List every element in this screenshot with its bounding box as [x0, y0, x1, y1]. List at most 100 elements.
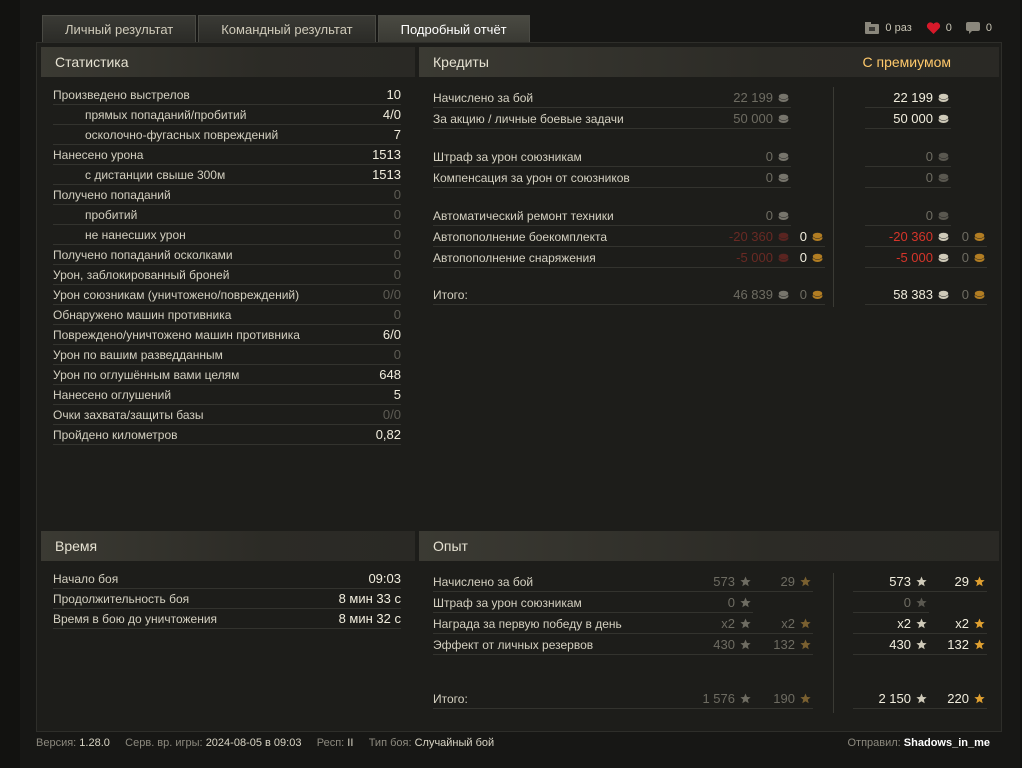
credits-header: Кредиты С премиумом [419, 47, 999, 77]
free-xp-star-icon [800, 618, 811, 629]
stats-value: 10 [386, 87, 401, 102]
stats-label: Получено попаданий осколками [53, 248, 233, 262]
stats-row: Урон, заблокированный броней 0 [53, 265, 401, 285]
stats-row: Повреждено/уничтожено машин противника 6/… [53, 325, 401, 345]
xp-label: Штраф за урон союзникам [433, 596, 582, 610]
credit-icon [938, 93, 949, 102]
credits-label: Компенсация за урон от союзников [433, 171, 630, 185]
gold-prem-value: 0 [951, 285, 987, 305]
premium-label: С премиумом [862, 54, 951, 70]
stats-row: Пройдено километров 0,82 [53, 425, 401, 445]
credit-icon [938, 152, 949, 161]
stats-row: Получено попаданий 0 [53, 185, 401, 205]
free-xp-prem-value: 29 [929, 572, 987, 592]
credits-divider [833, 87, 834, 307]
stats-row: Очки захвата/защиты базы 0/0 [53, 405, 401, 425]
tab-detailed[interactable]: Подробный отчёт [377, 15, 530, 42]
credit-icon [938, 232, 949, 241]
credits-label: Начислено за бой [433, 91, 534, 105]
folder-icon [865, 22, 880, 34]
time-label: Время в бою до уничтожения [53, 612, 218, 626]
xp-label: Начислено за бой [433, 575, 534, 589]
credits-label: Автопополнение снаряжения [433, 251, 596, 265]
gold-icon [974, 232, 985, 241]
stats-value: 0/0 [382, 407, 401, 422]
xp-header: Опыт [419, 531, 999, 561]
stats-title: Статистика [55, 54, 129, 70]
sender-name[interactable]: Shadows_in_me [904, 737, 990, 749]
xp-star-icon [916, 597, 927, 608]
stats-value: 0 [393, 347, 401, 362]
credits-title: Кредиты [433, 54, 489, 70]
credit-icon [938, 114, 949, 123]
stats-row: Урон по оглушённым вами целям 648 [53, 365, 401, 385]
xp-star-icon [740, 639, 751, 650]
footer: Версия: 1.28.0 Серв. вр. игры: 2024-08-0… [36, 737, 990, 749]
time-value: 8 мин 32 с [338, 611, 401, 626]
credits-label: Автоматический ремонт техники [433, 209, 614, 223]
free-xp-prem-value: 132 [929, 635, 987, 655]
stats-label: не нанесших урон [85, 228, 186, 242]
stats-label: пробитий [85, 208, 138, 222]
stats-header: Статистика [41, 47, 415, 77]
stats-label: Пройдено километров [53, 428, 178, 442]
likes-counter[interactable]: 0 [926, 22, 952, 34]
credits-prem-value: -5 000 [865, 248, 951, 268]
gold-icon [974, 253, 985, 262]
credits-base-value: 46 839 [693, 285, 791, 305]
credits-prem-value: 58 383 [865, 285, 951, 305]
xp-star-icon [916, 618, 927, 629]
xp-star-icon [740, 618, 751, 629]
free-xp-prem-value: x2 [929, 614, 987, 634]
stats-label: Произведено выстрелов [53, 88, 190, 102]
tab-personal[interactable]: Личный результат [42, 15, 197, 42]
stats-row: Произведено выстрелов 10 [53, 85, 401, 105]
credits-prem-value: 22 199 [865, 88, 951, 108]
stats-row: Урон союзникам (уничтожено/повреждений) 0… [53, 285, 401, 305]
credits-prem-value: 50 000 [865, 109, 951, 129]
credit-icon [778, 290, 789, 299]
stats-row: с дистанции свыше 300м 1513 [53, 165, 401, 185]
credits-prem-value: -20 360 [865, 227, 951, 247]
credit-icon [778, 232, 789, 241]
stats-value: 0 [393, 307, 401, 322]
stats-value: 0 [393, 267, 401, 282]
xp-label: Награда за первую победу в день [433, 617, 622, 631]
stats-label: Нанесено оглушений [53, 388, 172, 402]
credits-base-value: 0 [693, 147, 791, 167]
xp-label: Эффект от личных резервов [433, 638, 594, 652]
free-xp-star-icon [974, 618, 985, 629]
tab-team[interactable]: Командный результат [198, 15, 376, 42]
stats-label: Урон, заблокированный броней [53, 268, 230, 282]
xp-prem-value: 430 [853, 635, 929, 655]
stats-row: Урон по вашим разведданным 0 [53, 345, 401, 365]
free-xp-base-value: 132 [753, 635, 813, 655]
time-label: Продолжительность боя [53, 592, 190, 606]
xp-star-icon [740, 597, 751, 608]
stats-row: не нанесших урон 0 [53, 225, 401, 245]
credit-icon [778, 93, 789, 102]
stats-value: 0 [393, 207, 401, 222]
top-stats: 0 раз 0 0 [851, 22, 992, 34]
time-value: 8 мин 33 с [338, 591, 401, 606]
stats-row: Нанесено урона 1513 [53, 145, 401, 165]
xp-star-icon [916, 639, 927, 650]
stats-value: 1513 [372, 147, 401, 162]
credits-label: Итого: [433, 288, 468, 302]
free-xp-base-value: x2 [753, 614, 813, 634]
server-time: 2024-08-05 в 09:03 [205, 737, 302, 749]
time-value: 09:03 [368, 571, 401, 586]
xp-prem-value: 2 150 [853, 689, 929, 709]
stats-label: Получено попаданий [53, 188, 171, 202]
comments-counter[interactable]: 0 [965, 22, 992, 34]
gold-prem-value: 0 [951, 248, 987, 268]
stats-label: Обнаружено машин противника [53, 308, 232, 322]
gold-base-value: 0 [791, 285, 825, 305]
gold-icon [812, 290, 823, 299]
free-xp-star-icon [800, 576, 811, 587]
stats-value: 6/0 [382, 327, 401, 342]
credits-base-value: -20 360 [693, 227, 791, 247]
gold-prem-value: 0 [951, 227, 987, 247]
stats-label: осколочно-фугасных повреждений [85, 128, 279, 142]
stats-value: 7 [393, 127, 401, 142]
